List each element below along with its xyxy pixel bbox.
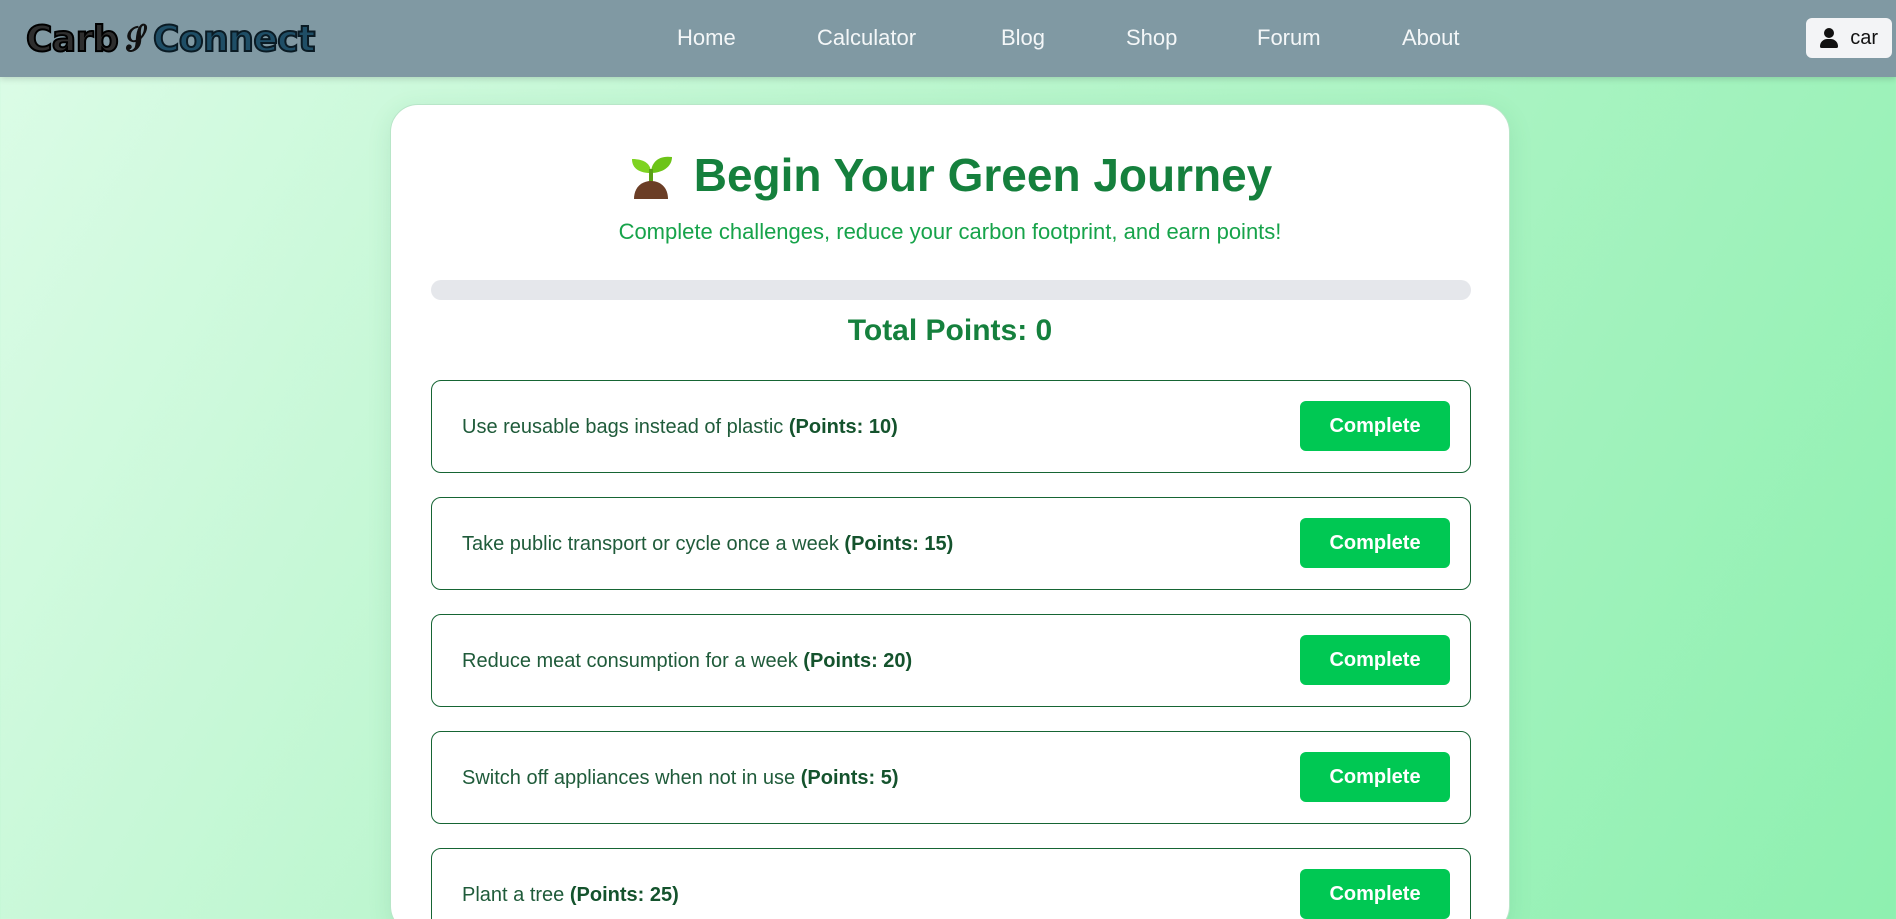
challenge-points: (Points: 20) <box>803 650 913 672</box>
nav-blog[interactable]: Blog <box>1001 24 1045 52</box>
challenge-points: (Points: 15) <box>844 533 954 555</box>
complete-button[interactable]: Complete <box>1300 869 1450 919</box>
user-name: car <box>1850 26 1878 49</box>
challenge-description: Take public transport or cycle once a we… <box>462 533 839 555</box>
total-points: Total Points: 0 <box>391 314 1509 348</box>
challenge-item: Plant a tree (Points: 25) Complete <box>431 848 1471 919</box>
navbar: Carb 𝓢 Connect Home Calculator Blog Shop… <box>0 0 1896 77</box>
challenge-points: (Points: 10) <box>788 416 898 438</box>
challenge-description: Use reusable bags instead of plastic <box>462 416 784 438</box>
challenge-item: Take public transport or cycle once a we… <box>431 497 1471 590</box>
total-points-value: 0 <box>1035 314 1053 347</box>
challenge-description: Reduce meat consumption for a week <box>462 650 798 672</box>
challenge-points: (Points: 5) <box>800 767 899 789</box>
challenge-text: Reduce meat consumption for a week (Poin… <box>462 615 912 708</box>
user-icon <box>1820 28 1839 48</box>
challenge-text: Plant a tree (Points: 25) <box>462 849 679 919</box>
points-progress-bar <box>431 280 1471 300</box>
complete-button[interactable]: Complete <box>1300 635 1450 685</box>
challenge-text: Switch off appliances when not in use (P… <box>462 732 899 825</box>
challenge-description: Plant a tree <box>462 884 565 906</box>
complete-button[interactable]: Complete <box>1300 752 1450 802</box>
nav-shop[interactable]: Shop <box>1126 24 1177 52</box>
challenge-description: Switch off appliances when not in use <box>462 767 796 789</box>
challenges-card: Begin Your Green Journey Complete challe… <box>390 104 1510 919</box>
nav-about[interactable]: About <box>1402 24 1460 52</box>
challenge-item: Reduce meat consumption for a week (Poin… <box>431 614 1471 707</box>
challenge-points: (Points: 25) <box>569 884 679 906</box>
main-nav: Home Calculator Blog Shop Forum About <box>0 0 1896 77</box>
user-menu-button[interactable]: car <box>1806 18 1892 58</box>
page-title: Begin Your Green Journey <box>693 149 1273 201</box>
page-subtitle: Complete challenges, reduce your carbon … <box>618 219 1282 244</box>
challenge-item: Switch off appliances when not in use (P… <box>431 731 1471 824</box>
complete-button[interactable]: Complete <box>1300 401 1450 451</box>
total-points-label: Total Points: <box>847 314 1028 347</box>
challenge-text: Use reusable bags instead of plastic (Po… <box>462 381 898 474</box>
complete-button[interactable]: Complete <box>1300 518 1450 568</box>
sprout-icon <box>628 151 674 199</box>
page-header: Begin Your Green Journey <box>391 147 1509 203</box>
nav-forum[interactable]: Forum <box>1257 24 1321 52</box>
challenge-item: Use reusable bags instead of plastic (Po… <box>431 380 1471 473</box>
nav-calculator[interactable]: Calculator <box>817 24 916 52</box>
nav-home[interactable]: Home <box>677 24 736 52</box>
challenge-text: Take public transport or cycle once a we… <box>462 498 953 591</box>
